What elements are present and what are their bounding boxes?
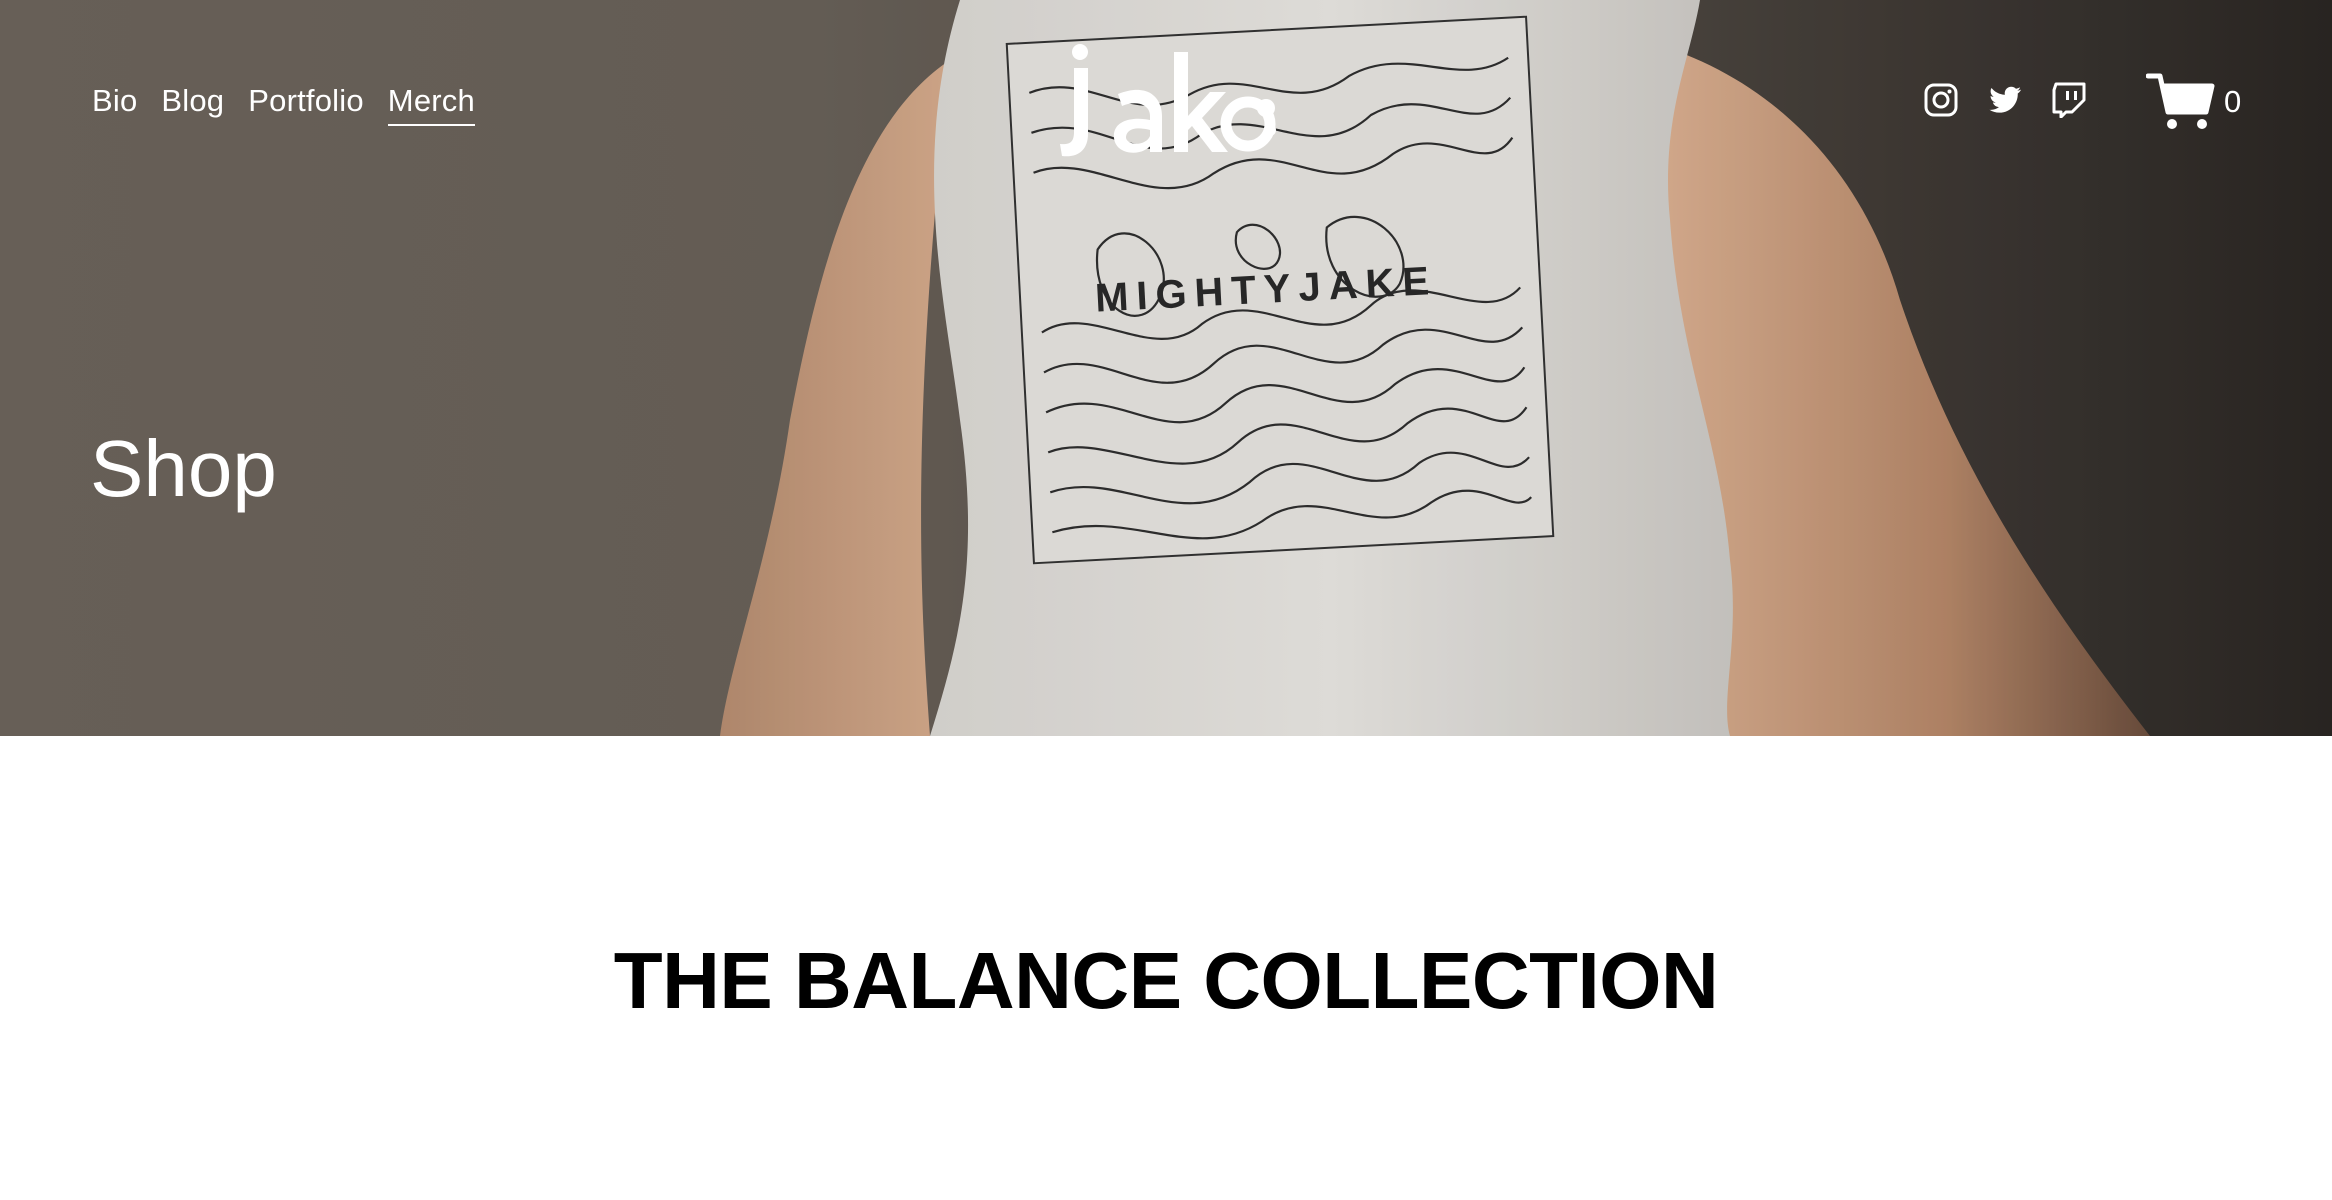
twitch-icon[interactable] [2052, 82, 2086, 118]
hero-banner: MIGHTYJAKE Bio Blog Portfolio Merch 0 Sh… [0, 0, 2332, 736]
site-logo[interactable] [1058, 42, 1282, 162]
nav-item-bio[interactable]: Bio [92, 82, 137, 126]
social-links [1924, 82, 2086, 118]
section-heading: THE BALANCE COLLECTION [613, 936, 1719, 1025]
cart-button[interactable]: 0 [2146, 72, 2241, 132]
instagram-icon[interactable] [1924, 82, 1958, 118]
main-nav: Bio Blog Portfolio Merch [92, 82, 475, 126]
cart-icon [2146, 73, 2215, 129]
nav-item-portfolio[interactable]: Portfolio [248, 82, 364, 126]
nav-item-merch[interactable]: Merch [387, 82, 475, 126]
twitter-icon[interactable] [1988, 82, 2022, 118]
page-title: Shop [90, 424, 277, 513]
nav-item-blog[interactable]: Blog [161, 82, 224, 126]
logo-mark [1060, 44, 1276, 157]
cart-count: 0 [2224, 84, 2242, 119]
